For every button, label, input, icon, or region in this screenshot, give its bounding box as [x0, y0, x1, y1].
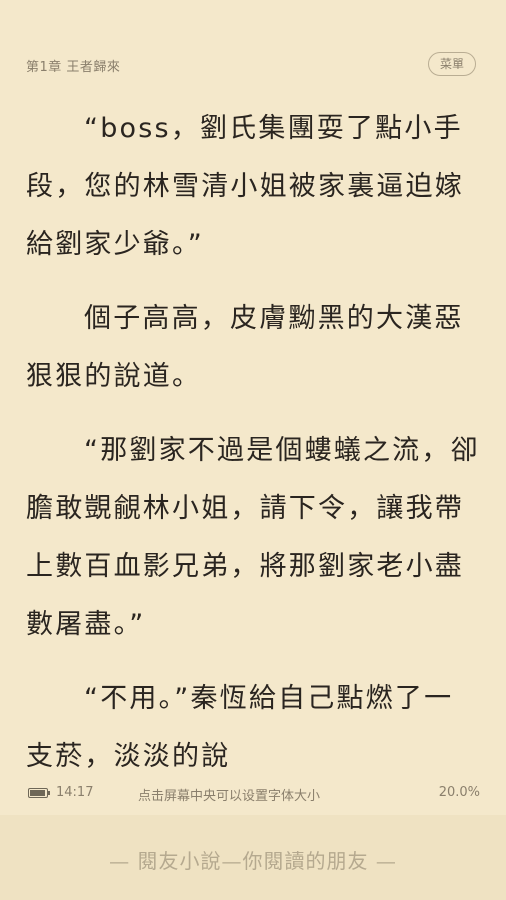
paragraph: 個子高高，皮膚黝黑的大漢惡狠狠的說道。 [26, 303, 464, 392]
status-bar: 14:17 点击屏幕中央可以设置字体大小 20.0% [0, 780, 506, 808]
paragraph: “不用。”秦恆給自己點燃了一支菸，淡淡的說 [26, 683, 454, 772]
paragraph: “boss，劉氏集團耍了點小手段，您的林雪清小姐被家裏逼迫嫁給劉家少爺。” [26, 113, 464, 260]
paragraph: “那劉家不過是個螻蟻之流，卻膽敢覬覦林小姐，請下令，讓我帶上數百血影兄弟，將那劉… [26, 435, 480, 640]
font-size-hint: 点击屏幕中央可以设置字体大小 [138, 789, 321, 804]
footer-slogan: — 閱友小說—你閱讀的朋友 — [109, 849, 397, 873]
footer-banner: — 閱友小說—你閱讀的朋友 — [0, 815, 506, 900]
chapter-title: 第1章 王者歸來 [26, 60, 121, 75]
chapter-content[interactable]: “boss，劉氏集團耍了點小手段，您的林雪清小姐被家裏逼迫嫁給劉家少爺。” 個子… [26, 100, 481, 772]
menu-button[interactable]: 菜單 [428, 52, 476, 76]
clock-time: 14:17 [56, 785, 94, 800]
reading-progress: 20.0% [438, 785, 480, 800]
battery-icon [28, 788, 50, 798]
